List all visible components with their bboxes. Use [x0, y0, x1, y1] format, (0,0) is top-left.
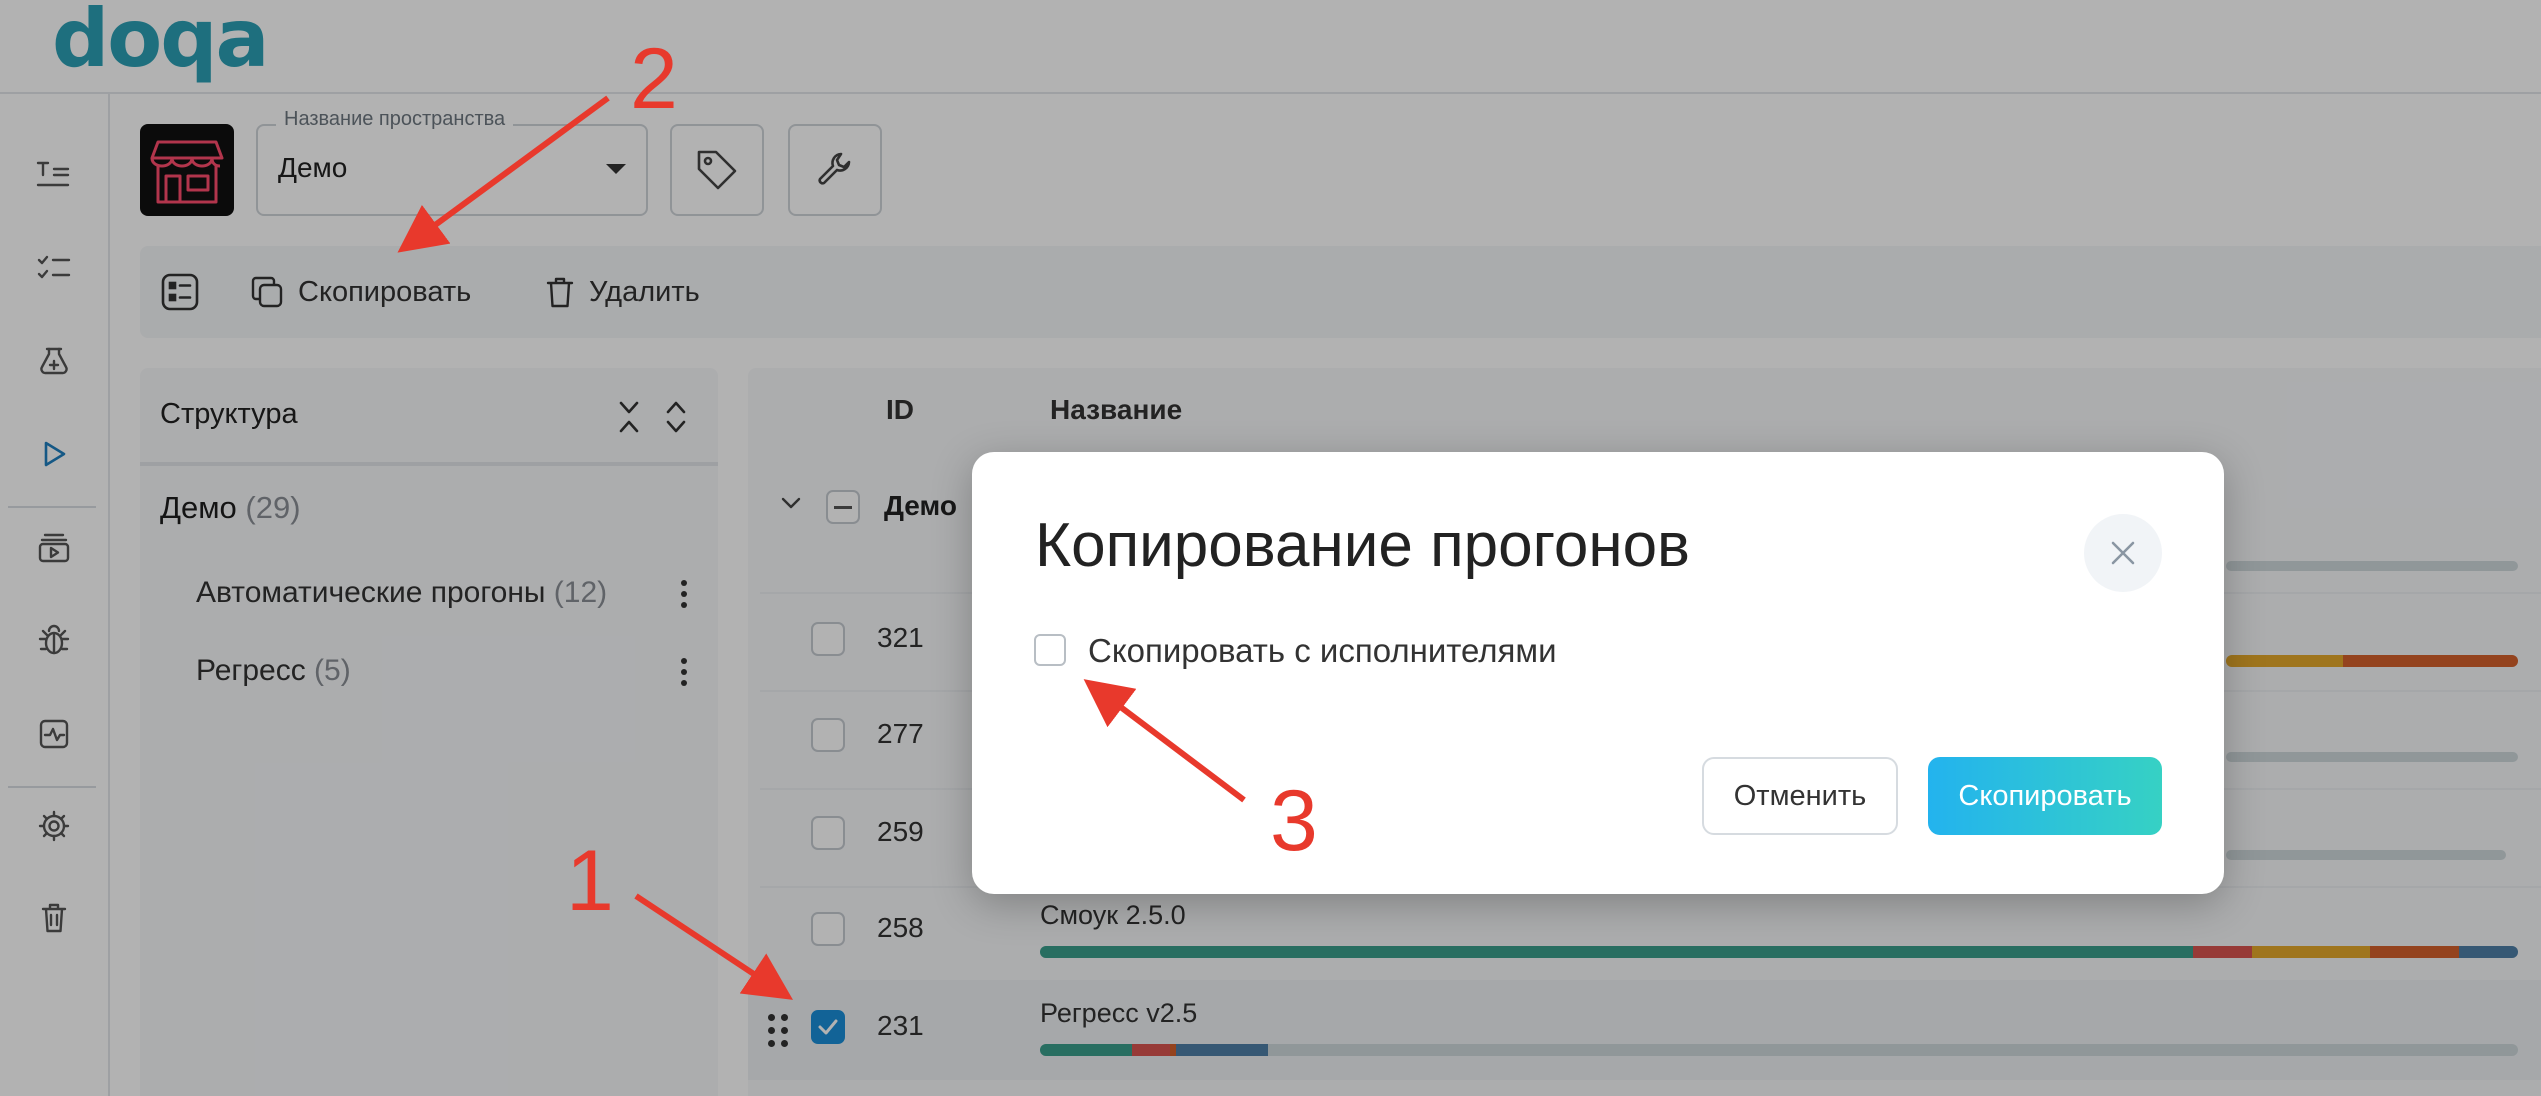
annotation-arrow-3: [1083, 679, 1246, 803]
annotation-number-3: 3: [1270, 773, 1318, 869]
annotation-arrow-1: [634, 893, 794, 1000]
annotation-number-1: 1: [566, 833, 614, 929]
annotation-number-2: 2: [630, 31, 678, 127]
annotation-arrow-2: [397, 95, 610, 253]
annotation-arrows: [397, 95, 1246, 1000]
